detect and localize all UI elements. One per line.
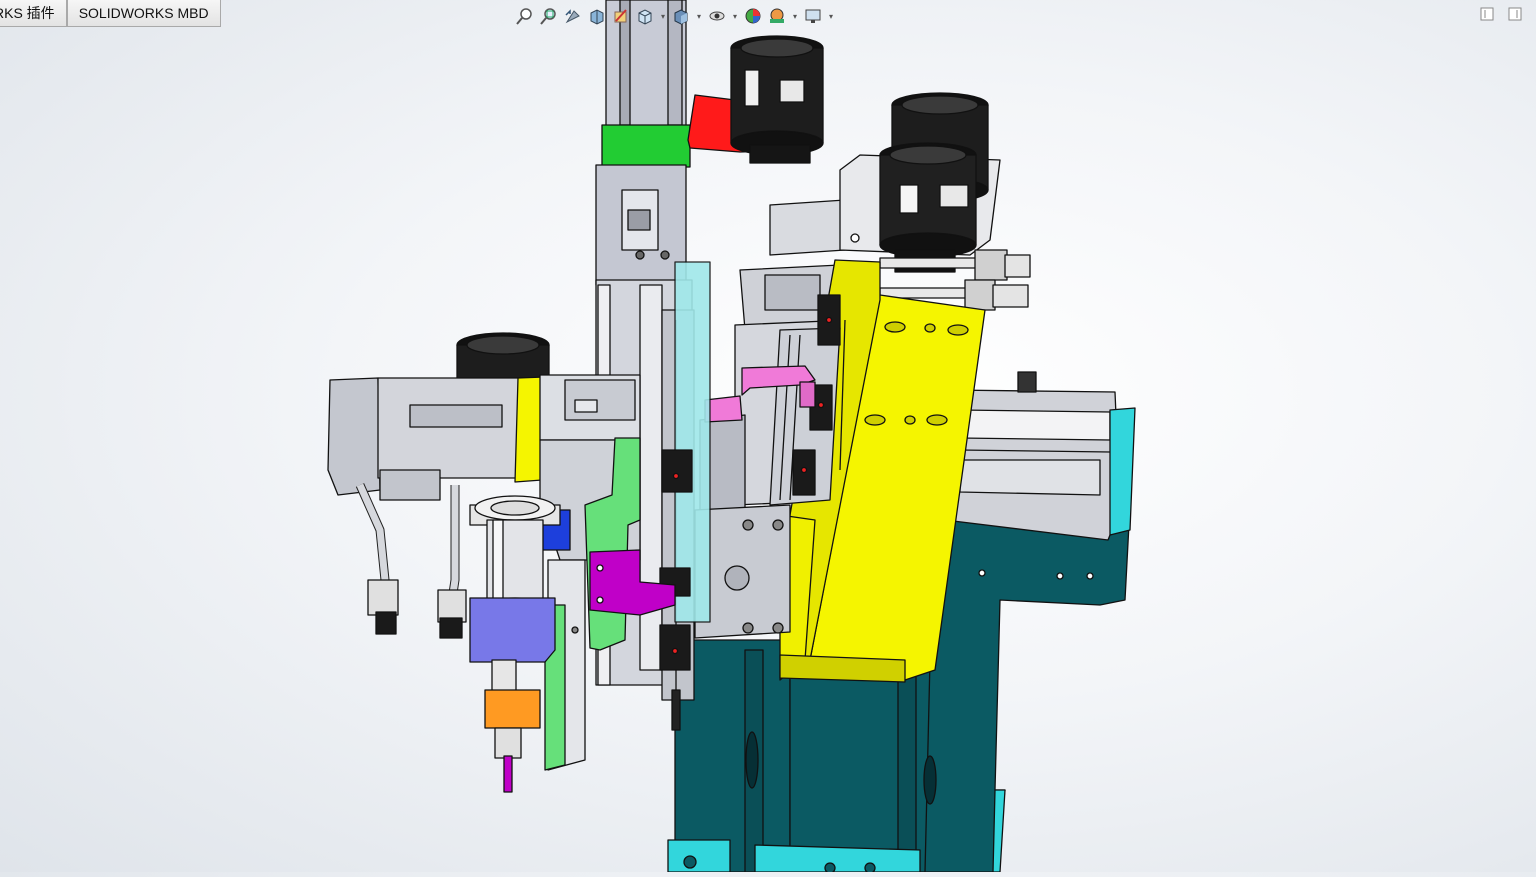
apply-scene-icon[interactable]: [767, 6, 787, 26]
display-style-icon[interactable]: [671, 6, 691, 26]
view-settings-icon[interactable]: [803, 6, 823, 26]
section-view-icon[interactable]: [587, 6, 607, 26]
graphics-area[interactable]: [0, 0, 1536, 874]
chevron-down-icon[interactable]: ▾: [791, 6, 799, 26]
heads-up-view-toolbar: ▾ ▾ ▾ ▾ ▾: [515, 5, 835, 27]
maximize-panel-icon[interactable]: [1508, 7, 1522, 21]
zoom-to-fit-icon[interactable]: [515, 6, 535, 26]
black-cylinder-right-front: [879, 142, 977, 273]
command-manager-tabs: RKS 插件 SOLIDWORKS MBD: [0, 0, 221, 28]
previous-view-icon[interactable]: [563, 6, 583, 26]
chevron-down-icon[interactable]: ▾: [731, 6, 739, 26]
hide-show-items-icon[interactable]: [707, 6, 727, 26]
restore-panel-icon[interactable]: [1480, 7, 1494, 21]
dynamic-annotation-icon[interactable]: [611, 6, 631, 26]
chevron-down-icon[interactable]: ▾: [827, 6, 835, 26]
cad-assembly-model[interactable]: [0, 0, 1536, 874]
tab-rks-plugin[interactable]: RKS 插件: [0, 0, 67, 27]
chevron-down-icon[interactable]: ▾: [695, 6, 703, 26]
edit-appearance-icon[interactable]: [743, 6, 763, 26]
black-cylinder-top: [730, 35, 824, 164]
zoom-to-area-icon[interactable]: [539, 6, 559, 26]
view-orientation-icon[interactable]: [635, 6, 655, 26]
tab-solidworks-mbd[interactable]: SOLIDWORKS MBD: [66, 0, 221, 27]
chevron-down-icon[interactable]: ▾: [659, 6, 667, 26]
